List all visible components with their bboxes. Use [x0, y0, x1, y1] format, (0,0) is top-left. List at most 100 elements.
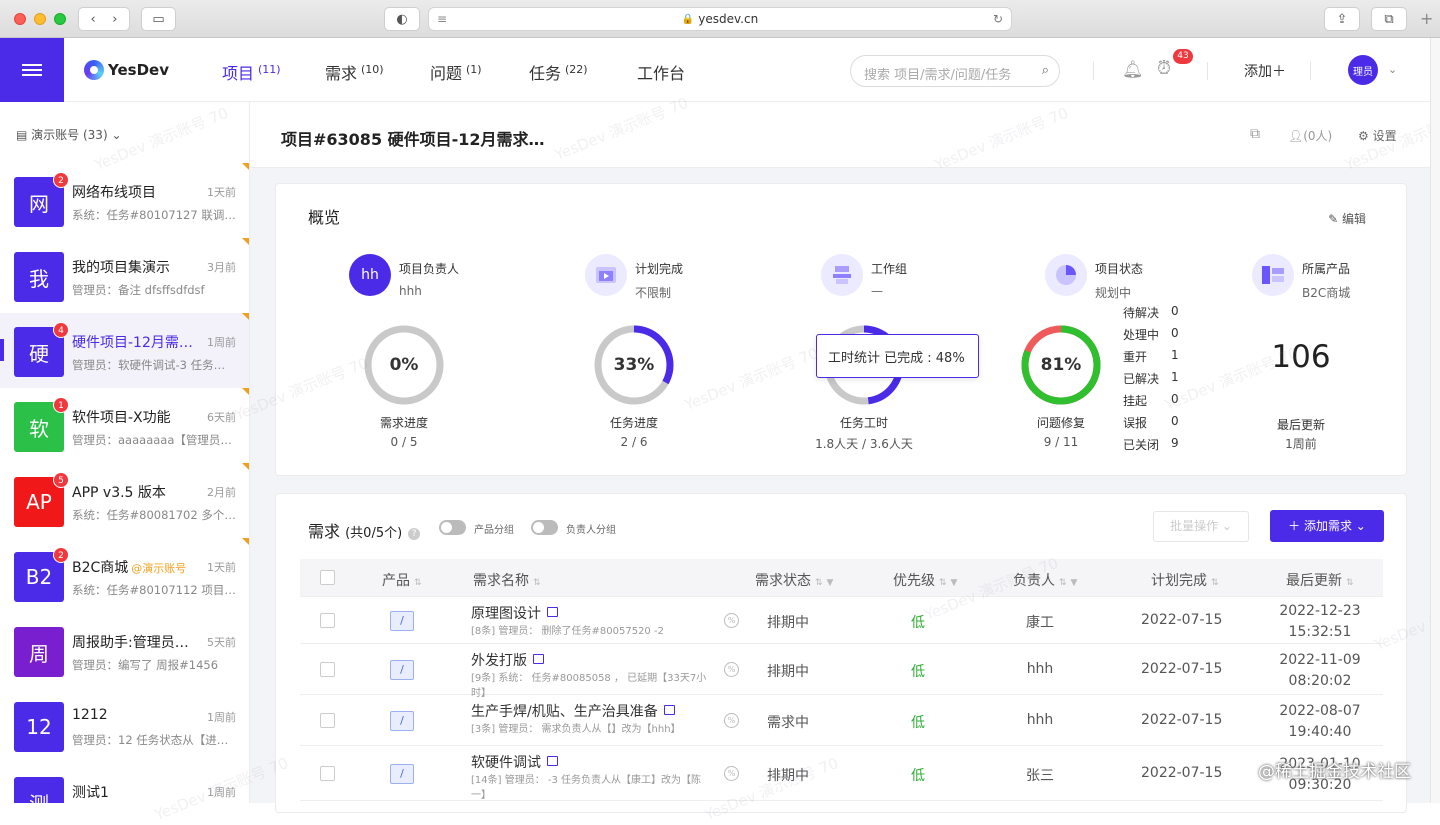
priority-cell[interactable]: 低: [911, 765, 925, 785]
owner-cell[interactable]: 张三: [1015, 765, 1065, 785]
back-forward-buttons[interactable]: ‹ ›: [78, 7, 130, 31]
sidebar-item-project[interactable]: 软 1 软件项目-X功能 6天前 管理员：aaaaaaaa【管理员…: [0, 388, 249, 463]
table-row[interactable]: / 生产手焊/机贴、生产治具准备 [3条] 管理员： 需求负责人从【】改为【hhh】…: [300, 695, 1383, 746]
sidebar-item-project[interactable]: 12 1212 1周前 管理员：12 任务状态从【进…: [0, 688, 249, 763]
account-switcher[interactable]: ▤ 演示账号 (33) ⌄: [16, 126, 122, 143]
search-icon[interactable]: ⌕: [1042, 63, 1049, 78]
sidebar-item-project[interactable]: 周周报助手:管理员… 5天前 管理员：编写了 周报#1456: [0, 613, 249, 688]
document-icon[interactable]: [547, 607, 558, 617]
sidebar-item-project[interactable]: 硬 4 硬件项目-12月需… 1周前 管理员：软硬件调试-3 任务…: [0, 313, 249, 388]
reload-icon[interactable]: ↻: [993, 12, 1003, 26]
sort-icon[interactable]: ⇅: [939, 578, 947, 588]
tab-requirements[interactable]: 需求 (10): [325, 60, 384, 84]
chevron-down-icon[interactable]: ⌄: [1388, 63, 1397, 76]
filter-icon[interactable]: ▼: [1071, 578, 1078, 588]
status-cell[interactable]: 排期中: [767, 661, 809, 681]
filter-icon[interactable]: ▼: [951, 578, 958, 588]
status-cell[interactable]: 排期中: [767, 612, 809, 632]
copy-icon[interactable]: ⧉: [1250, 126, 1260, 142]
close-window-button[interactable]: [14, 13, 26, 25]
document-icon[interactable]: [547, 756, 558, 766]
tab-workbench[interactable]: 工作台: [637, 60, 685, 84]
product-group-toggle[interactable]: [439, 520, 466, 535]
add-requirement-button[interactable]: ＋ 添加需求 ⌄: [1270, 510, 1384, 542]
sort-icon[interactable]: ⇅: [1346, 578, 1354, 588]
document-icon[interactable]: [663, 705, 675, 715]
col-updated[interactable]: 最后更新 ⇅: [1286, 570, 1354, 590]
forward-icon[interactable]: ›: [112, 12, 117, 27]
product-tag[interactable]: /: [390, 764, 414, 784]
status-cell[interactable]: 需求中: [767, 712, 809, 732]
reader-icon[interactable]: ≡: [437, 12, 447, 26]
add-button[interactable]: 添加＋: [1244, 61, 1286, 81]
sort-icon[interactable]: ⇅: [1211, 578, 1219, 588]
requirement-name[interactable]: 生产手焊/机贴、生产治具准备: [471, 701, 675, 721]
minimize-window-button[interactable]: [34, 13, 46, 25]
table-row[interactable]: / 原理图设计 [8条] 管理员： 删除了任务#80057520 -2% 排期中 低 康工…: [300, 597, 1383, 644]
sidebar-toggle-icon[interactable]: ▭: [141, 7, 176, 31]
percent-icon[interactable]: %: [724, 662, 739, 677]
owner-cell[interactable]: hhh: [1015, 661, 1065, 677]
filter-icon[interactable]: ▼: [827, 578, 834, 588]
row-checkbox[interactable]: [320, 613, 335, 628]
priority-cell[interactable]: 低: [911, 712, 925, 732]
sort-icon[interactable]: ⇅: [414, 578, 422, 588]
back-icon[interactable]: ‹: [91, 12, 96, 27]
row-checkbox[interactable]: [320, 662, 335, 677]
zoom-window-button[interactable]: [54, 13, 66, 25]
requirement-name[interactable]: 外发打版: [471, 650, 544, 670]
sidebar-item-project[interactable]: AP 5 APP v3.5 版本 2月前 系统：任务#80081702 多个…: [0, 463, 249, 538]
percent-icon[interactable]: %: [724, 766, 739, 781]
percent-icon[interactable]: %: [724, 613, 739, 628]
table-row[interactable]: / 外发打版 [9条] 系统： 任务#80085058 ， 已延期【33天7小时】%…: [300, 644, 1383, 699]
col-status[interactable]: 需求状态 ⇅ ▼: [755, 570, 833, 590]
status-cell[interactable]: 排期中: [767, 765, 809, 785]
sort-icon[interactable]: ⇅: [1059, 578, 1067, 588]
priority-cell[interactable]: 低: [911, 661, 925, 681]
sort-icon[interactable]: ⇅: [533, 578, 541, 588]
tabs-overview-icon[interactable]: ⧉: [1371, 7, 1407, 31]
owner-group-toggle[interactable]: [531, 520, 558, 535]
edit-button[interactable]: ✎ 编辑: [1328, 210, 1366, 227]
sidebar-item-project[interactable]: 我我的项目集演示 3月前 管理员：备注 dfsffsdfdsf: [0, 238, 249, 313]
share-icon[interactable]: ⇪: [1324, 7, 1360, 31]
logo[interactable]: YesDev: [84, 60, 169, 80]
sidebar-item-project[interactable]: B2 2 B2C商城 @演示账号 1天前 系统：任务#80107112 项目…: [0, 538, 249, 613]
sort-icon[interactable]: ⇅: [815, 578, 823, 588]
new-tab-icon[interactable]: +: [1420, 9, 1433, 28]
product-tag[interactable]: /: [390, 660, 414, 680]
owner-cell[interactable]: 康工: [1015, 612, 1065, 632]
tab-projects[interactable]: 项目 (11): [222, 60, 281, 84]
col-owner[interactable]: 负责人 ⇅ ▼: [1013, 570, 1077, 590]
privacy-shield-icon[interactable]: ◐: [384, 7, 420, 31]
owner-cell[interactable]: hhh: [1015, 712, 1065, 728]
table-row[interactable]: / 软硬件调试 [14条] 管理员： -3 任务负责人从【康工】改为【陈一】% 排期中…: [300, 746, 1383, 801]
row-checkbox[interactable]: [320, 713, 335, 728]
tab-tasks[interactable]: 任务 (22): [529, 60, 588, 84]
alarm-clock-icon[interactable]: ⏰︎: [1157, 58, 1171, 79]
col-name[interactable]: 需求名称 ⇅: [473, 570, 541, 590]
col-plan[interactable]: 计划完成 ⇅: [1151, 570, 1219, 590]
settings-button[interactable]: ⚙ 设置: [1358, 127, 1397, 144]
requirement-name[interactable]: 原理图设计: [471, 603, 558, 623]
members-button[interactable]: 👤︎(0人): [1288, 127, 1332, 144]
page-scrollbar[interactable]: [1430, 38, 1440, 803]
requirement-name[interactable]: 软硬件调试: [471, 752, 558, 772]
address-bar[interactable]: ≡ 🔒 yesdev.cn ↻: [428, 7, 1012, 31]
percent-icon[interactable]: %: [724, 713, 739, 728]
sidebar-item-project[interactable]: 网 2 网络布线项目 1天前 系统：任务#80107127 联调…: [0, 163, 249, 238]
select-all-checkbox[interactable]: [320, 570, 335, 585]
menu-button[interactable]: [0, 38, 64, 102]
col-product[interactable]: 产品 ⇅: [382, 570, 422, 590]
priority-cell[interactable]: 低: [911, 612, 925, 632]
batch-operation-button[interactable]: 批量操作 ⌄: [1153, 511, 1249, 542]
help-icon[interactable]: ?: [408, 528, 421, 540]
document-icon[interactable]: [533, 654, 544, 664]
search-input[interactable]: 搜索 项目/需求/问题/任务 ⌕: [850, 55, 1060, 87]
product-tag[interactable]: /: [390, 611, 414, 631]
user-avatar[interactable]: 理员: [1348, 55, 1378, 85]
product-tag[interactable]: /: [390, 711, 414, 731]
tab-issues[interactable]: 问题 (1): [430, 60, 482, 84]
col-priority[interactable]: 优先级 ⇅ ▼: [893, 570, 957, 590]
row-checkbox[interactable]: [320, 766, 335, 781]
